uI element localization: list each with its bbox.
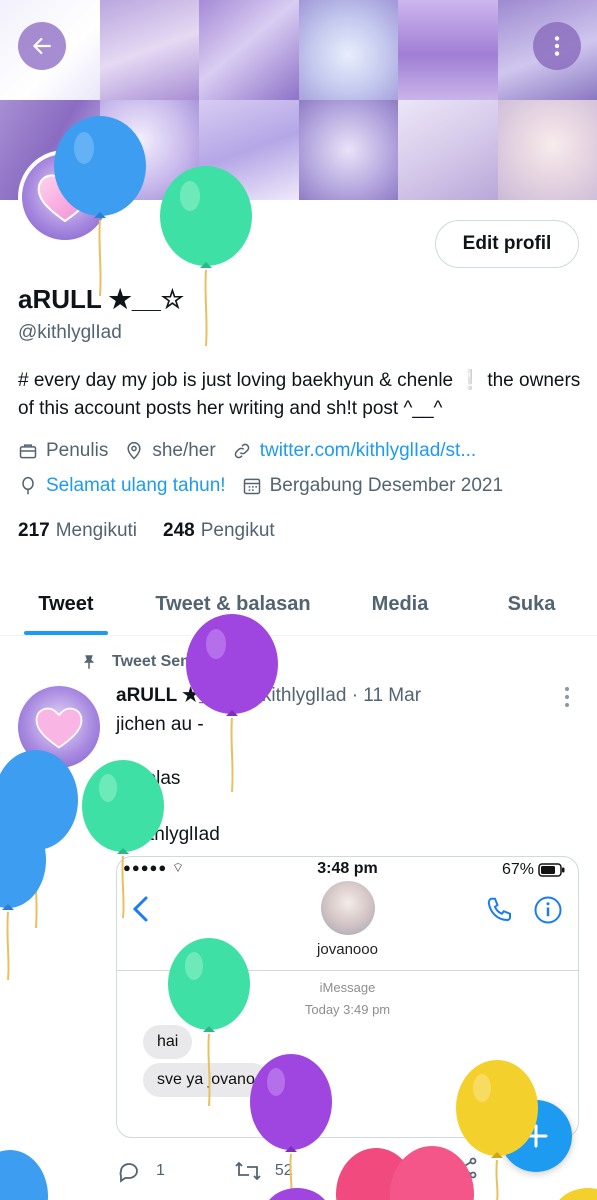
balloon-decoration: [336, 1146, 474, 1200]
profile-meta-row-2: Selamat ulang tahun! Bergabung Desember …: [18, 475, 519, 497]
balloon-decoration: [269, 1188, 325, 1200]
banner-tile: [298, 100, 398, 200]
more-vertical-icon: [565, 687, 569, 707]
briefcase-icon: [19, 444, 37, 459]
profile-meta-row-1: Penulis she/her twitter.com/kithlyglIad/…: [18, 440, 492, 462]
info-icon: [534, 896, 562, 924]
balloon-decoration: [0, 812, 46, 980]
edit-profile-button[interactable]: Edit profil: [435, 220, 579, 268]
back-button[interactable]: [18, 22, 66, 70]
banner-tile: [99, 0, 199, 100]
back-arrow-icon: [32, 37, 51, 55]
occupation: Penulis: [18, 440, 108, 462]
profile-handle: @kithlyglIad: [18, 322, 122, 343]
website-link[interactable]: twitter.com/kithlyglIad/st...: [232, 440, 476, 462]
birthday[interactable]: Selamat ulang tahun!: [18, 475, 226, 497]
reply-button[interactable]: 1: [116, 1159, 165, 1183]
more-vertical-icon: [554, 36, 560, 56]
banner-tile: [497, 100, 597, 200]
contact-avatar: [321, 881, 375, 935]
balloon-decoration: [186, 614, 278, 792]
balloon-decoration: [168, 938, 250, 1106]
phone-icon: [487, 897, 511, 922]
tweet-date[interactable]: · 11 Mar: [352, 685, 421, 706]
pronouns: she/her: [124, 440, 216, 462]
balloon-decoration: [0, 1150, 48, 1200]
banner-tile: [199, 0, 299, 100]
heart-icon: [35, 707, 83, 749]
follow-stats: 217 Mengikuti 248 Pengikut: [18, 520, 301, 542]
pin-icon: [83, 655, 95, 669]
balloon-decoration: [250, 1054, 332, 1200]
link-icon: [234, 443, 249, 459]
banner-tile: [398, 100, 498, 200]
balloon-decoration: [82, 760, 164, 919]
balloon-decoration: [54, 116, 146, 296]
followers-link[interactable]: 248 Pengikut: [163, 520, 275, 542]
more-options-button[interactable]: [533, 22, 581, 70]
location-pin-icon: [127, 441, 141, 460]
battery-indicator: 67%: [502, 861, 566, 879]
calendar-icon: [243, 478, 260, 495]
profile-bio: # every day my job is just loving baekhy…: [18, 370, 581, 419]
joined-date: Bergabung Desember 2021: [242, 475, 503, 497]
tab-media[interactable]: Media: [334, 574, 466, 635]
balloon-decoration: [160, 166, 252, 346]
tweet-more-button[interactable]: [562, 686, 572, 713]
balloon-decoration: [559, 1188, 597, 1200]
active-tab-indicator: [24, 631, 108, 635]
tab-likes[interactable]: Suka: [466, 574, 597, 635]
banner-tile: [398, 0, 498, 100]
battery-icon: [538, 863, 565, 877]
balloon-icon: [22, 476, 34, 495]
reply-icon: [119, 1162, 138, 1183]
banner-tile: [298, 0, 398, 100]
tab-tweets[interactable]: Tweet: [0, 574, 132, 635]
following-link[interactable]: 217 Mengikuti: [18, 520, 137, 542]
profile-tabs: Tweet Tweet & balasan Media Suka: [0, 574, 597, 636]
